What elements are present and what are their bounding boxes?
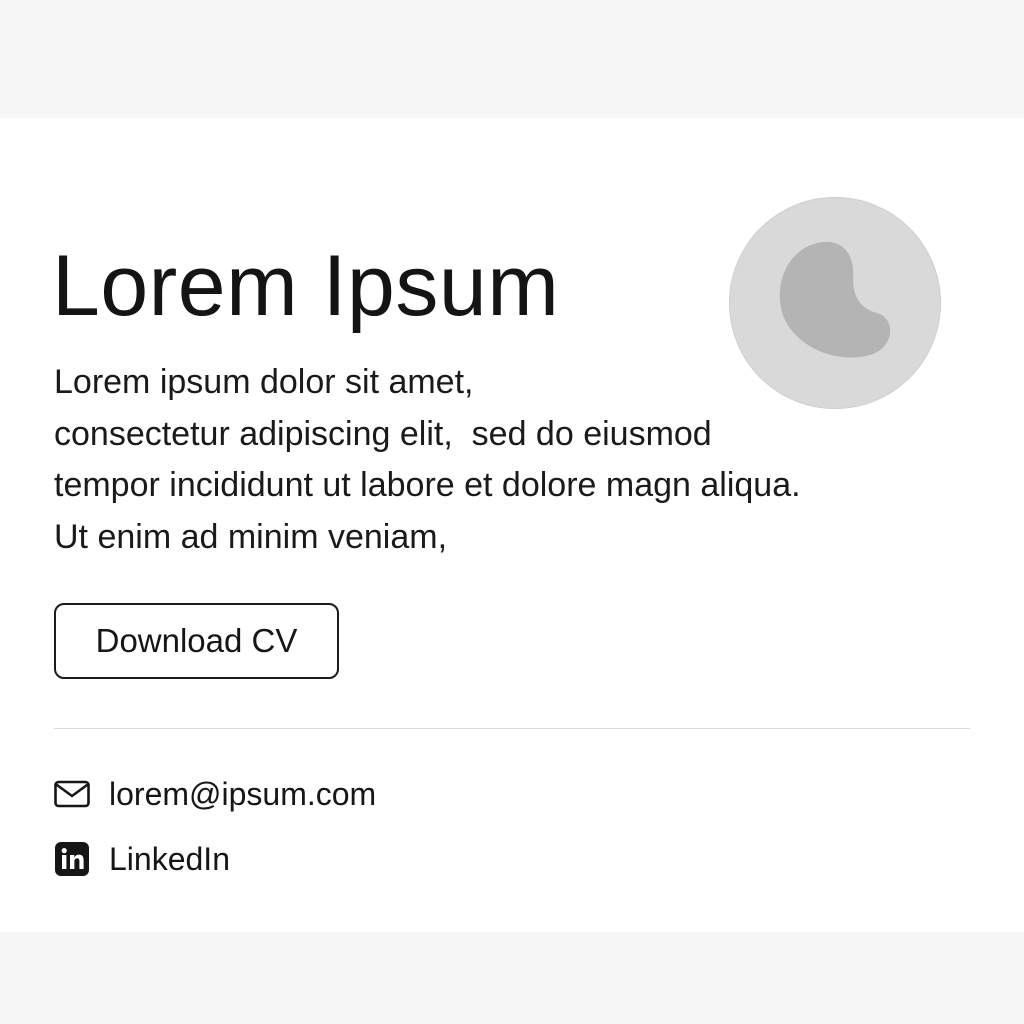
email-link[interactable]: lorem@ipsum.com: [54, 774, 376, 814]
bio-line: Ut enim ad minim veniam,: [54, 517, 448, 556]
bio-line: tempor incididunt ut labore et dolore ma…: [54, 466, 801, 504]
bio-line: Lorem ipsum dolor sit amet,: [54, 363, 474, 401]
bio: Lorem ipsum dolor sit amet, consectetur …: [54, 357, 954, 563]
profile-name: Lorem Ipsum: [52, 238, 560, 334]
top-backdrop: [0, 0, 1024, 118]
bottom-backdrop: [0, 932, 1024, 1024]
email-address: lorem@ipsum.com: [109, 776, 377, 812]
profile-card: Lorem Ipsum Lorem ipsum dolor sit amet, …: [0, 118, 1024, 932]
divider: [54, 728, 970, 729]
download-cv-button[interactable]: Download CV: [54, 603, 339, 679]
linkedin-label: LinkedIn: [109, 841, 230, 877]
linkedin-icon: [54, 841, 90, 877]
mail-icon: [54, 776, 90, 812]
bio-line: consectetur adipiscing elit, sed do eius…: [54, 414, 712, 453]
linkedin-link[interactable]: LinkedIn: [54, 839, 230, 879]
